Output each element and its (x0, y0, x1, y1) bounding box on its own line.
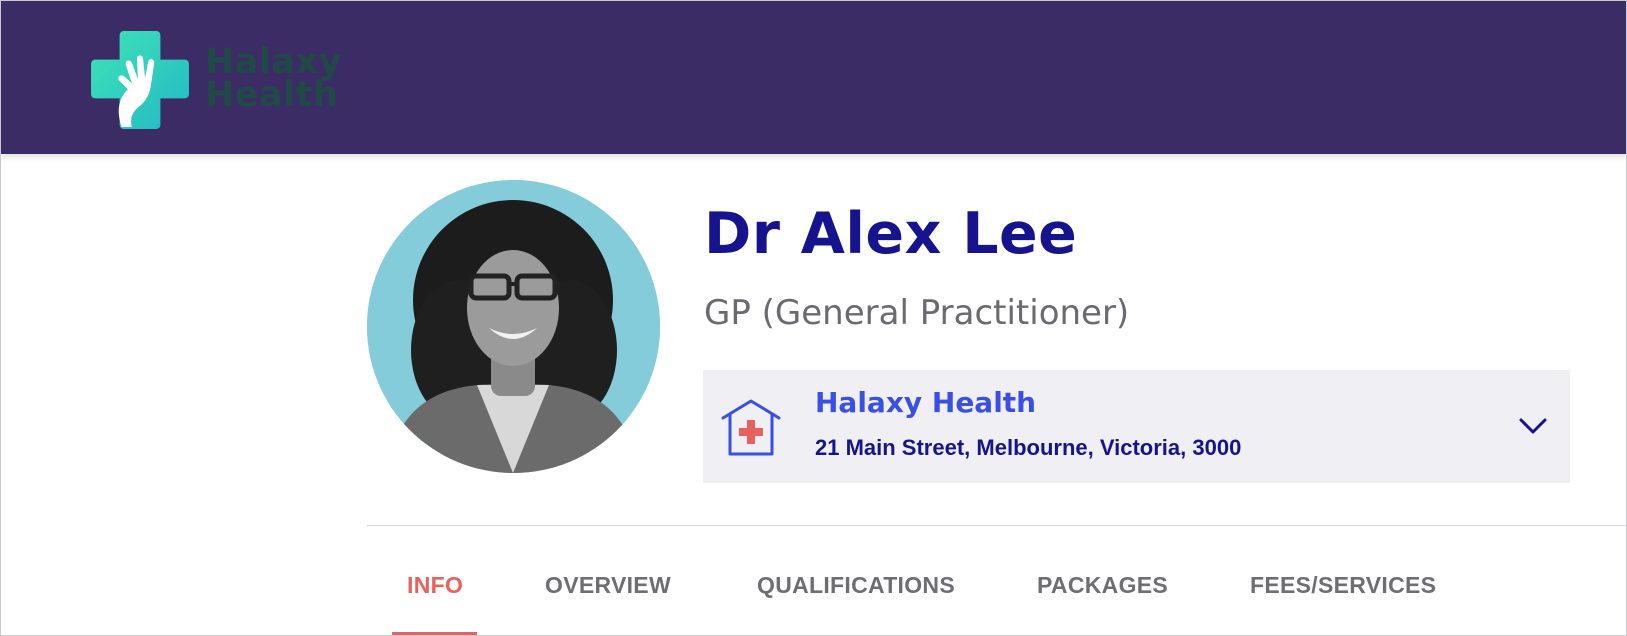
active-tab-indicator (392, 632, 477, 635)
medical-cross-hand-icon (91, 31, 189, 129)
doctor-name: Dr Alex Lee (704, 201, 1078, 267)
halaxy-logo[interactable]: Halaxy Health (89, 27, 349, 131)
page: Halaxy Health Dr Alex Lee GP (General Pr… (0, 0, 1627, 636)
tab-info[interactable]: INFO (407, 572, 463, 599)
clinic-house-icon (721, 399, 781, 456)
logo-line-2: Health (205, 75, 339, 115)
tab-qualifications[interactable]: QUALIFICATIONS (757, 572, 955, 599)
profile-tabs: INFO OVERVIEW QUALIFICATIONS PACKAGES FE… (367, 526, 1626, 635)
profile-photo (367, 180, 660, 473)
tab-overview[interactable]: OVERVIEW (545, 572, 671, 599)
avatar (367, 180, 660, 473)
doctor-specialty: GP (General Practitioner) (704, 293, 1130, 333)
tab-fees-services[interactable]: FEES/SERVICES (1250, 572, 1436, 599)
location-name: Halaxy Health (815, 386, 1037, 419)
tab-packages[interactable]: PACKAGES (1037, 572, 1168, 599)
location-address: 21 Main Street, Melbourne, Victoria, 300… (815, 435, 1242, 460)
logo-wordmark: Halaxy Health (205, 45, 342, 115)
location-selector[interactable]: Halaxy Health 21 Main Street, Melbourne,… (703, 370, 1570, 483)
top-header: Halaxy Health (1, 1, 1626, 154)
chevron-down-icon[interactable] (1518, 414, 1548, 438)
